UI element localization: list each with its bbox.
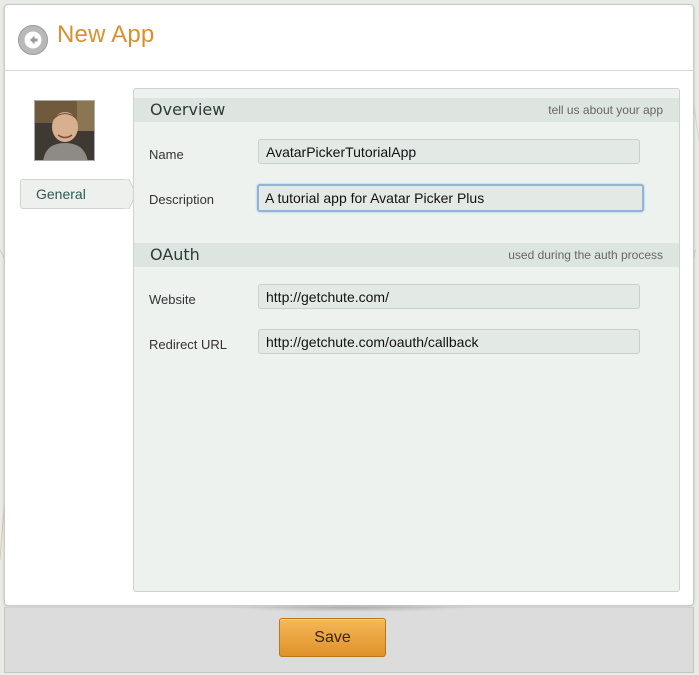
window-shadow	[230, 604, 470, 612]
oauth-hint: used during the auth process	[508, 248, 663, 262]
sidebar-item-general[interactable]: General	[20, 179, 124, 209]
back-arrow-icon	[24, 31, 42, 49]
website-label: Website	[149, 292, 196, 307]
name-label: Name	[149, 147, 184, 162]
overview-section-header: Overview tell us about your app	[134, 98, 679, 122]
save-button[interactable]: Save	[279, 618, 386, 657]
sidebar-item-label: General	[36, 186, 86, 202]
form-panel: Overview tell us about your app Name Des…	[133, 88, 680, 592]
overview-title: Overview	[150, 100, 226, 119]
description-label: Description	[149, 192, 215, 207]
description-input[interactable]	[257, 184, 644, 212]
name-input[interactable]	[258, 139, 640, 164]
app-dialog: New App General Overview tell us about y…	[4, 4, 694, 606]
back-button[interactable]	[18, 25, 48, 55]
dialog-header: New App	[5, 5, 693, 71]
website-input[interactable]	[258, 284, 640, 309]
avatar	[34, 100, 95, 161]
redirect-url-input[interactable]	[258, 329, 640, 354]
page-title: New App	[57, 21, 155, 48]
redirect-url-label: Redirect URL	[149, 337, 228, 352]
oauth-title: OAuth	[150, 245, 200, 264]
oauth-section-header: OAuth used during the auth process	[134, 243, 679, 267]
overview-hint: tell us about your app	[548, 103, 663, 117]
